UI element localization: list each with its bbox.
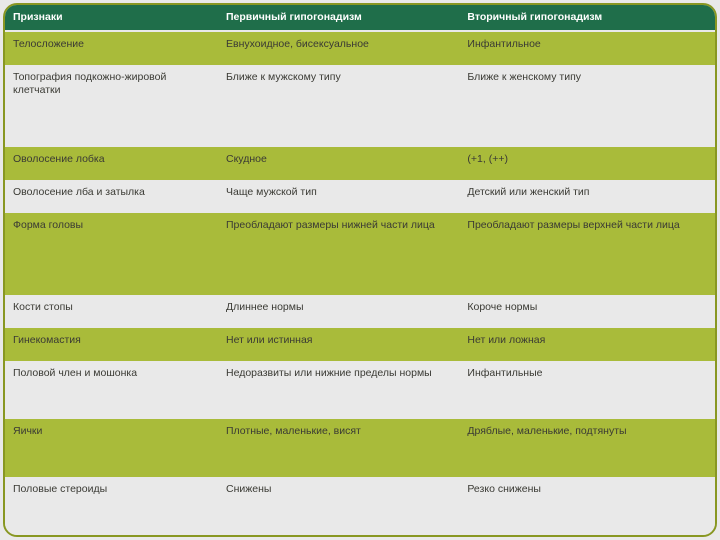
cell: Короче нормы bbox=[459, 295, 715, 328]
table-row: Яички Плотные, маленькие, висят Дряблые,… bbox=[5, 419, 715, 477]
cell: Гинекомастия bbox=[5, 328, 218, 361]
table-frame: Признаки Первичный гипогонадизм Вторичны… bbox=[3, 3, 717, 537]
table-row: Оволосение лба и затылка Чаще мужской ти… bbox=[5, 180, 715, 213]
cell: Телосложение bbox=[5, 31, 218, 65]
table-row: Форма головы Преобладают размеры нижней … bbox=[5, 213, 715, 295]
cell: Евнухоидное, бисексуальное bbox=[218, 31, 459, 65]
cell: Скудное bbox=[218, 147, 459, 180]
table-row: Топография подкожно-жировой клетчатки Бл… bbox=[5, 65, 715, 147]
table-row: Телосложение Евнухоидное, бисексуальное … bbox=[5, 31, 715, 65]
cell: Резко снижены bbox=[459, 477, 715, 535]
cell: Кости стопы bbox=[5, 295, 218, 328]
cell: Топография подкожно-жировой клетчатки bbox=[5, 65, 218, 147]
cell: Половые стероиды bbox=[5, 477, 218, 535]
table-row: Гинекомастия Нет или истинная Нет или ло… bbox=[5, 328, 715, 361]
header-primary: Первичный гипогонадизм bbox=[218, 5, 459, 31]
table-row: Половые стероиды Снижены Резко снижены bbox=[5, 477, 715, 535]
cell: Яички bbox=[5, 419, 218, 477]
cell: Оволосение лба и затылка bbox=[5, 180, 218, 213]
header-secondary: Вторичный гипогонадизм bbox=[459, 5, 715, 31]
table-row: Половой член и мошонка Недоразвиты или н… bbox=[5, 361, 715, 419]
cell: Форма головы bbox=[5, 213, 218, 295]
cell: Плотные, маленькие, висят bbox=[218, 419, 459, 477]
cell: Снижены bbox=[218, 477, 459, 535]
cell: Оволосение лобка bbox=[5, 147, 218, 180]
header-signs: Признаки bbox=[5, 5, 218, 31]
slide: Признаки Первичный гипогонадизм Вторичны… bbox=[0, 0, 720, 540]
table-row: Оволосение лобка Скудное (+1, (++) bbox=[5, 147, 715, 180]
table-row: Кости стопы Длиннее нормы Короче нормы bbox=[5, 295, 715, 328]
cell: Половой член и мошонка bbox=[5, 361, 218, 419]
cell: Инфантильное bbox=[459, 31, 715, 65]
cell: Инфантильные bbox=[459, 361, 715, 419]
cell: Ближе к мужскому типу bbox=[218, 65, 459, 147]
cell: Преобладают размеры верхней части лица bbox=[459, 213, 715, 295]
cell: Чаще мужской тип bbox=[218, 180, 459, 213]
cell: Дряблые, маленькие, подтянуты bbox=[459, 419, 715, 477]
cell: Детский или женский тип bbox=[459, 180, 715, 213]
cell: Недоразвиты или нижние пределы нормы bbox=[218, 361, 459, 419]
header-row: Признаки Первичный гипогонадизм Вторичны… bbox=[5, 5, 715, 31]
comparison-table: Признаки Первичный гипогонадизм Вторичны… bbox=[5, 5, 715, 535]
cell: Ближе к женскому типу bbox=[459, 65, 715, 147]
cell: Длиннее нормы bbox=[218, 295, 459, 328]
cell: Нет или истинная bbox=[218, 328, 459, 361]
cell: Нет или ложная bbox=[459, 328, 715, 361]
cell: (+1, (++) bbox=[459, 147, 715, 180]
cell: Преобладают размеры нижней части лица bbox=[218, 213, 459, 295]
